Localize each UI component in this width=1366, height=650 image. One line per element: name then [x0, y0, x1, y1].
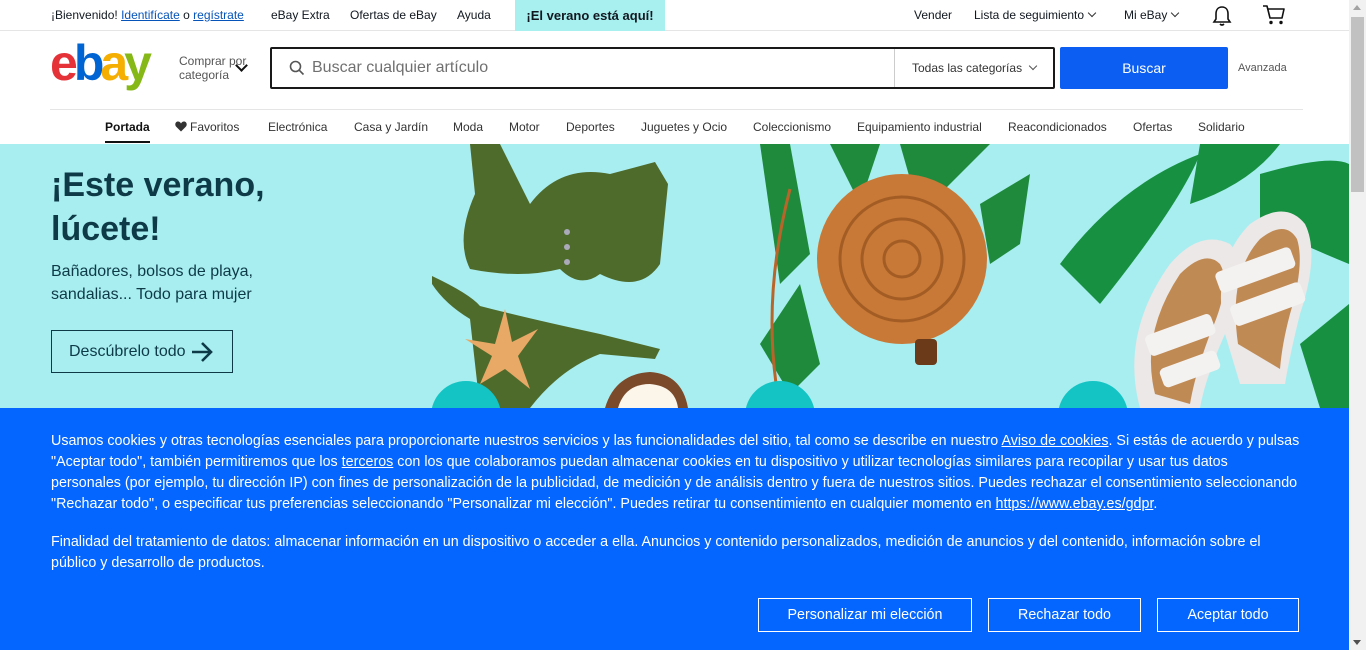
- logo-letter-b: b: [74, 40, 103, 91]
- shop-by-line2: categoría: [179, 68, 230, 82]
- rattan-bag: [817, 174, 987, 344]
- hero-subtitle-line1: Bañadores, bolsos de playa,: [51, 263, 253, 280]
- main-nav: Portada Favoritos Electrónica Casa y Jar…: [0, 110, 1349, 144]
- signin-link[interactable]: Identifícate: [121, 8, 180, 22]
- search-bar: Todas las categorías: [270, 47, 1055, 89]
- scroll-up-arrow[interactable]: [1353, 5, 1361, 10]
- my-ebay-dropdown[interactable]: Mi eBay: [1124, 8, 1180, 22]
- bell-icon[interactable]: [1212, 5, 1232, 27]
- hero-title: ¡Este verano, lúcete!: [51, 163, 265, 251]
- accept-all-button[interactable]: Aceptar todo: [1157, 598, 1299, 632]
- cookie-text-part: .: [1153, 496, 1158, 512]
- search-icon: [289, 60, 305, 76]
- third-parties-link[interactable]: terceros: [342, 454, 394, 470]
- watchlist-dropdown[interactable]: Lista de seguimiento: [974, 8, 1097, 22]
- category-select[interactable]: Todas las categorías: [894, 49, 1053, 87]
- my-ebay-label: Mi eBay: [1124, 8, 1168, 22]
- welcome-text: ¡Bienvenido! Identifícate o regístrate: [51, 8, 244, 22]
- hero-title-line1: ¡Este verano,: [51, 166, 265, 204]
- bikini-button: [564, 244, 570, 250]
- ebay-logo[interactable]: ebay: [50, 40, 170, 95]
- register-link[interactable]: regístrate: [193, 8, 244, 22]
- nav-item-deportes[interactable]: Deportes: [566, 120, 615, 134]
- hero-title-line2: lúcete!: [51, 210, 161, 248]
- cookie-notice-link[interactable]: Aviso de cookies: [1001, 433, 1108, 449]
- cart-icon[interactable]: [1262, 4, 1286, 26]
- bikini-button: [564, 259, 570, 265]
- chevron-down-icon: [1087, 8, 1097, 18]
- decor-circle: [745, 381, 815, 408]
- favoritos-label: Favoritos: [190, 120, 240, 134]
- deals-link[interactable]: Ofertas de eBay: [350, 8, 437, 22]
- nav-item-juguetes[interactable]: Juguetes y Ocio: [641, 120, 727, 134]
- nav-item-equipamiento[interactable]: Equipamiento industrial: [857, 120, 982, 134]
- active-tab-underline: [105, 141, 150, 143]
- category-label: Todas las categorías: [912, 61, 1023, 75]
- nav-item-portada[interactable]: Portada: [105, 120, 150, 134]
- sandals: [1134, 211, 1312, 408]
- cookie-consent-banner: Usamos cookies y otras tecnologías esenc…: [0, 408, 1349, 650]
- bikini-button: [564, 229, 570, 235]
- reject-all-button[interactable]: Rechazar todo: [988, 598, 1141, 632]
- scrollbar-thumb[interactable]: [1351, 17, 1364, 192]
- or-label: o: [183, 8, 190, 22]
- hero-subtitle-line2: sandalias... Todo para mujer: [51, 286, 252, 303]
- decor-circle: [1058, 381, 1128, 408]
- ebay-extra-link[interactable]: eBay Extra: [271, 8, 330, 22]
- summer-promo-link[interactable]: ¡El verano está aquí!: [515, 0, 665, 31]
- scroll-down-arrow[interactable]: [1353, 640, 1361, 645]
- nav-item-electronica[interactable]: Electrónica: [268, 120, 327, 134]
- bag-clasp: [915, 339, 937, 365]
- hero-banner[interactable]: ¡Este verano, lúcete! Bañadores, bolsos …: [0, 144, 1349, 408]
- cookie-text: Usamos cookies y otras tecnologías esenc…: [51, 431, 1301, 515]
- search-input[interactable]: [312, 56, 882, 80]
- nav-item-reacondicionados[interactable]: Reacondicionados: [1008, 120, 1107, 134]
- shop-by-category[interactable]: Comprar por categoría: [179, 54, 246, 82]
- chevron-down-icon: [1171, 8, 1180, 18]
- sell-link[interactable]: Vender: [914, 8, 952, 22]
- advanced-search-link[interactable]: Avanzada: [1238, 62, 1287, 74]
- discover-all-label: Descúbrelo todo: [69, 343, 186, 360]
- nav-item-motor[interactable]: Motor: [509, 120, 540, 134]
- nav-item-solidario[interactable]: Solidario: [1198, 120, 1245, 134]
- gdpr-link[interactable]: https://www.ebay.es/gdpr: [996, 496, 1154, 512]
- hero-subtitle: Bañadores, bolsos de playa, sandalias...…: [51, 260, 253, 306]
- welcome-label: ¡Bienvenido!: [51, 8, 118, 22]
- watchlist-label: Lista de seguimiento: [974, 8, 1085, 22]
- cookie-text-part: Usamos cookies y otras tecnologías esenc…: [51, 433, 1002, 449]
- search-button[interactable]: Buscar: [1060, 47, 1228, 89]
- chevron-down-icon: [1028, 61, 1038, 71]
- heart-icon: [175, 121, 187, 132]
- arrow-right-icon: [192, 342, 213, 362]
- nav-item-favoritos[interactable]: Favoritos: [175, 120, 239, 134]
- ebay-logo-letters: ebay: [50, 40, 152, 91]
- data-purpose-text: Finalidad del tratamiento de datos: alma…: [51, 534, 1261, 571]
- help-link[interactable]: Ayuda: [457, 8, 491, 22]
- page-scrollbar[interactable]: [1349, 0, 1366, 650]
- logo-letter-y: y: [124, 40, 152, 91]
- nav-item-ofertas[interactable]: Ofertas: [1133, 120, 1172, 134]
- top-bar: ¡Bienvenido! Identifícate o regístrate e…: [0, 0, 1349, 31]
- nav-item-moda[interactable]: Moda: [453, 120, 483, 134]
- discover-all-button[interactable]: Descúbrelo todo: [51, 330, 233, 373]
- nav-item-coleccionismo[interactable]: Coleccionismo: [753, 120, 831, 134]
- nav-item-casa-jardin[interactable]: Casa y Jardín: [354, 120, 428, 134]
- customize-choice-button[interactable]: Personalizar mi elección: [758, 598, 972, 632]
